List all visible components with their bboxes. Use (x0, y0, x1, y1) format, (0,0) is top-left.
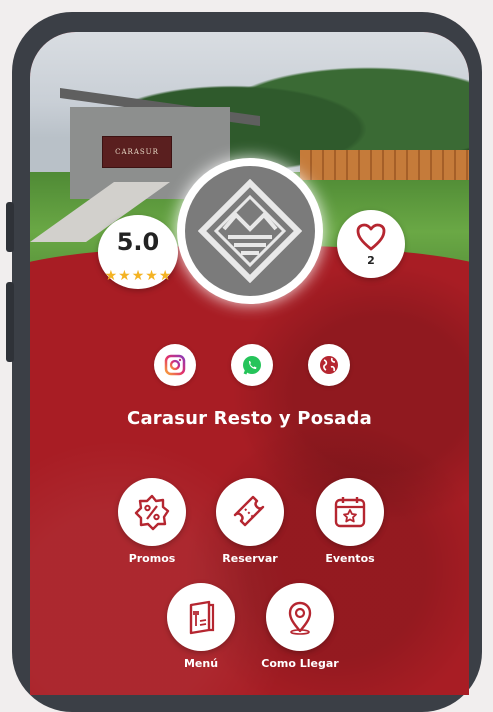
promo-badge-icon (134, 494, 170, 531)
eventos-label: Eventos (325, 552, 375, 565)
star-icon: ★ (158, 268, 172, 284)
como-llegar-button[interactable]: Como Llegar (255, 583, 345, 670)
menu-label: Menú (183, 657, 219, 670)
eventos-button[interactable]: Eventos (305, 478, 395, 565)
star-icon: ★ (145, 268, 158, 284)
like-button[interactable]: 2 (337, 210, 405, 278)
menu-book-icon (189, 600, 215, 635)
calendar-icon (334, 497, 366, 528)
whatsapp-icon (243, 356, 261, 375)
phone-side-button (6, 202, 14, 252)
globe-icon (320, 356, 338, 374)
website-button[interactable] (308, 344, 350, 386)
rating-stars: ★ ★ ★ ★ ★ (92, 269, 184, 283)
business-logo (177, 158, 323, 304)
phone-side-button (6, 282, 14, 362)
menu-button[interactable]: Menú (156, 583, 246, 670)
star-icon: ★ (104, 268, 118, 284)
instagram-icon (164, 354, 186, 376)
reservar-button[interactable]: Reservar (205, 478, 295, 565)
business-name: Carasur Resto y Posada (127, 408, 372, 429)
venue-sign: CARASUR (102, 136, 172, 168)
rating-value: 5.0 (116, 228, 160, 256)
app-screen: CARASUR 5.0 ★ ★ ★ ★ ★ 2 Carasur Resto y … (30, 32, 469, 695)
heart-icon (356, 223, 386, 251)
reservar-label: Reservar (222, 552, 278, 565)
promos-button[interactable]: Promos (107, 478, 197, 565)
ticket-icon (233, 495, 265, 527)
star-icon: ★ (131, 268, 145, 284)
diamond-logo-icon (198, 179, 302, 283)
star-icon: ★ (118, 268, 131, 284)
instagram-button[interactable] (154, 344, 196, 386)
whatsapp-button[interactable] (231, 344, 273, 386)
location-pin-icon (288, 601, 312, 635)
rating-badge: 5.0 ★ ★ ★ ★ ★ (98, 215, 178, 289)
promos-label: Promos (128, 552, 176, 565)
likes-count: 2 (367, 254, 375, 267)
como-llegar-label: Como Llegar (261, 657, 339, 670)
